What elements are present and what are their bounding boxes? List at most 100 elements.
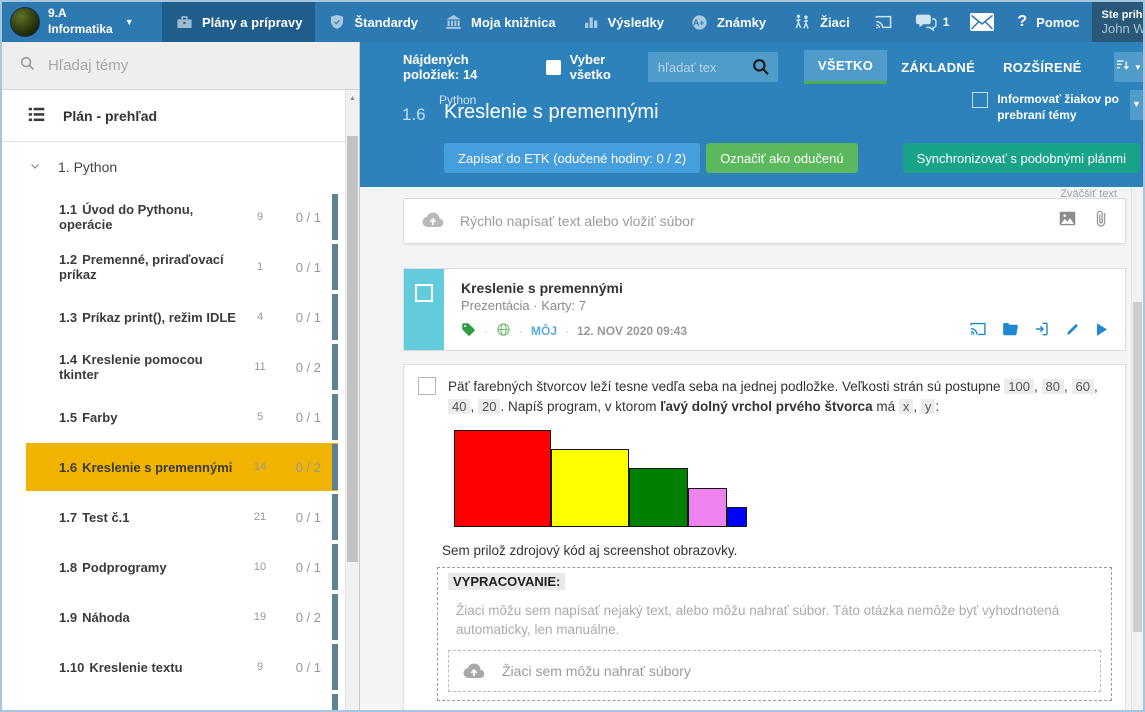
main-scrollbar[interactable] [1131, 187, 1143, 710]
class-selector[interactable]: 9.A Informatika ▼ [2, 2, 162, 42]
material-title: Kreslenie s premennými [461, 280, 1109, 296]
section-python[interactable]: 1. Python [2, 142, 359, 192]
card-count: 9 [245, 661, 275, 673]
cloud-upload-icon [421, 209, 445, 233]
nav-tab-vysledky[interactable]: Výsledky [569, 2, 677, 42]
student-upload-area[interactable]: Žiaci sem môžu nahrať súbory [448, 650, 1101, 692]
sidebar-item-1-3[interactable]: 1.3Príkaz print(), režim IDLE 4 0 / 1 [2, 292, 359, 342]
nav-tab-label: Žiaci [820, 15, 850, 30]
tab-zakladne[interactable]: ZÁKLADNÉ [887, 50, 989, 84]
nav-tab-znamky[interactable]: A+ Známky [677, 2, 779, 42]
sidebar-item-1-10[interactable]: 1.10Kreslenie textu 9 0 / 1 [2, 642, 359, 692]
nav-tab-ziaci[interactable]: Žiaci [779, 2, 863, 42]
envelope-icon [969, 12, 995, 32]
material-card: Kreslenie s premennými Prezentácia · Kar… [403, 268, 1126, 351]
class-name: 9.A [48, 6, 113, 22]
sidebar-scrollbar-thumb[interactable] [347, 136, 358, 562]
nav-tab-moja-kniznica[interactable]: Moja knižnica [431, 2, 569, 42]
insert-image-icon[interactable] [1059, 211, 1076, 231]
sort-button[interactable]: ▼ [1114, 52, 1143, 82]
material-type-band [404, 269, 444, 350]
present-cast-icon[interactable] [834, 709, 852, 710]
nav-tab-label: Štandardy [354, 15, 418, 30]
lesson-progress: 0 / 1 [275, 210, 321, 225]
search-icon[interactable] [751, 57, 771, 82]
sidebar-item-1-2[interactable]: 1.2Premenné, priraďovací príkaz 1 0 / 1 [2, 242, 359, 292]
topic-header: Nájdených položiek: 14 Vyber všetko VŠET… [360, 42, 1143, 187]
material-checkbox[interactable] [415, 284, 433, 302]
shield-check-icon [328, 13, 346, 31]
size-chip: 100 [1004, 379, 1034, 394]
question-checkbox[interactable] [418, 377, 436, 395]
nav-tab-plany-a-pripravy[interactable]: Plány a prípravy [162, 2, 315, 42]
chat-button[interactable]: 1 [904, 2, 960, 42]
topic-indicator-bar [332, 294, 338, 340]
nav-tab-standardy[interactable]: Štandardy [315, 2, 431, 42]
plan-overview-item[interactable]: Plán - prehľad [2, 90, 359, 142]
sidebar-item-1-6-active[interactable]: 1.6Kreslenie s premennými 14 0 / 2 [2, 442, 359, 492]
quick-input-placeholder: Rýchlo napísať text alebo vložiť súbor [460, 213, 1044, 229]
sidebar-item-1-1[interactable]: 1.1Úvod do Pythonu, operácie 9 0 / 1 [2, 192, 359, 242]
lesson-progress: 0 / 2 [275, 360, 321, 375]
sidebar-scrollbar[interactable]: ▲ [345, 90, 359, 710]
lesson-progress: 0 / 1 [275, 560, 321, 575]
sidebar-item-1-8[interactable]: 1.8Podprogramy 10 0 / 1 [2, 542, 359, 592]
size-chip: 20 [478, 399, 500, 414]
lesson-progress: 0 / 1 [275, 660, 321, 675]
class-subject: Informatika [48, 22, 113, 38]
write-to-etk-button[interactable]: Zapísať do ETK (odučené hodiny: 0 / 2) [444, 143, 700, 173]
inform-students-checkbox-group[interactable]: Informovať žiakov po prebraní témy [972, 91, 1119, 123]
sort-icon [1115, 57, 1131, 78]
topic-indicator-bar [332, 594, 338, 640]
svg-text:A+: A+ [693, 17, 704, 27]
size-chip: 40 [448, 399, 470, 414]
enlarge-text-link[interactable]: Zväčšiť text [1060, 188, 1117, 200]
class-avatar [10, 7, 40, 37]
topic-indicator-bar [332, 194, 338, 240]
material-subtitle: Prezentácia · Karty: 7 [461, 298, 1109, 313]
sidebar-item-1-7[interactable]: 1.7Test č.1 21 0 / 1 [2, 492, 359, 542]
tab-vsetko[interactable]: VŠETKO [804, 50, 887, 84]
chevron-expand-icon [29, 159, 41, 175]
select-all-checkbox[interactable] [546, 60, 561, 75]
sign-in-icon[interactable] [1034, 321, 1050, 340]
help-button[interactable]: ? Pomoc [1005, 2, 1091, 42]
pencil-icon[interactable] [1065, 322, 1080, 340]
user-menu[interactable]: Ste prihlásený ako John Williams [1092, 2, 1143, 42]
folder-icon[interactable] [1002, 322, 1019, 339]
sync-plans-button[interactable]: Synchronizovať s podobnými plánmi [903, 143, 1140, 173]
play-icon[interactable] [1095, 322, 1109, 340]
present-cast-icon[interactable] [969, 321, 987, 340]
question-mark-icon: ? [1017, 13, 1027, 31]
answer-area-hint: Žiaci môžu sem napísať nejaký text, aleb… [456, 601, 1095, 640]
filter-button-partial[interactable] [1130, 90, 1143, 120]
lesson-progress: 0 / 1 [275, 410, 321, 425]
pencil-icon[interactable] [1066, 709, 1081, 710]
scroll-up-arrow-icon[interactable]: ▲ [346, 90, 359, 106]
answer-area: VYPRACOVANIE: Žiaci môžu sem napísať nej… [437, 567, 1112, 701]
colored-squares-figure [454, 430, 1112, 527]
sidebar-item-1-5[interactable]: 1.5Farby 5 0 / 1 [2, 392, 359, 442]
topic-indicator-bar [332, 344, 338, 390]
quick-input-bar[interactable]: Rýchlo napísať text alebo vložiť súbor [403, 198, 1126, 244]
sidebar-item-1-4[interactable]: 1.4Kreslenie pomocou tkinter 11 0 / 2 [2, 342, 359, 392]
thumbs-up-icon[interactable] [867, 709, 882, 710]
sidebar-item-1-9[interactable]: 1.9Náhoda 19 0 / 2 [2, 592, 359, 642]
main-scrollbar-thumb[interactable] [1133, 302, 1142, 632]
play-icon[interactable] [1096, 709, 1110, 710]
mark-as-taught-button[interactable]: Označiť ako odučenú [706, 143, 857, 173]
tab-rozsirene[interactable]: ROZŠÍRENÉ [989, 50, 1096, 84]
student-upload-hint: Žiaci sem môžu nahrať súbory [502, 663, 691, 679]
chat-icon [914, 12, 938, 33]
plan-overview-label: Plán - prehľad [63, 108, 157, 124]
cast-button[interactable] [863, 2, 904, 42]
attach-note: Sem prilož zdrojový kód aj screenshot ob… [442, 543, 1112, 562]
colored-square [629, 468, 688, 527]
topics-search-input[interactable] [48, 57, 298, 74]
inform-students-checkbox[interactable] [972, 92, 988, 108]
chat-count-badge: 1 [943, 15, 950, 29]
library-icon [444, 13, 463, 32]
mail-button[interactable] [959, 2, 1005, 42]
paperclip-icon[interactable] [1094, 209, 1108, 233]
briefcase-icon [175, 13, 194, 32]
